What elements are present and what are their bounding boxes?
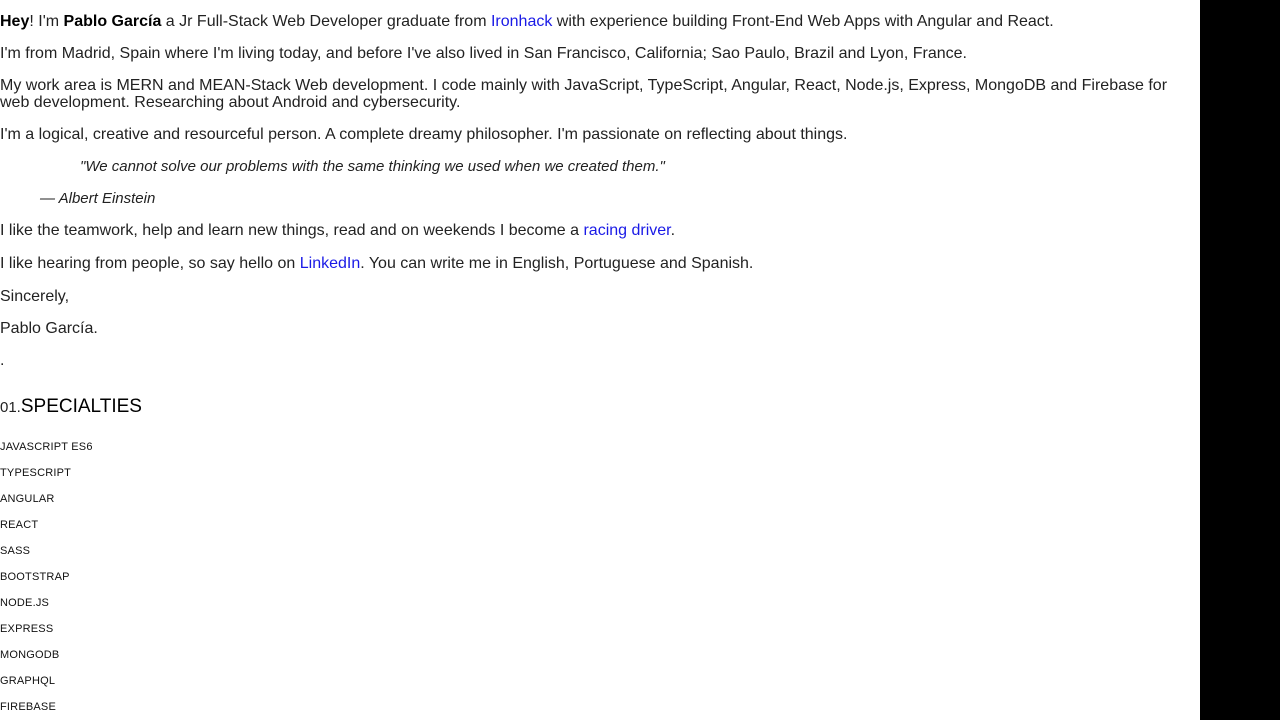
signoff-name: Pablo García. [0,320,98,337]
list-item: MONGODB [0,649,60,661]
intro-after-greeting: ! I'm [29,13,64,30]
contact-paragraph: I like hearing from people, so say hello… [0,255,1200,272]
intro-after-school: with experience building Front-End Web A… [552,13,1054,30]
hobbies-paragraph: I like the teamwork, help and learn new … [0,222,1200,239]
paragraph-spacer-2 [0,62,1200,77]
right-black-band [1200,0,1280,720]
paragraph-spacer-1 [0,30,1200,45]
linkedin-link[interactable]: LinkedIn [300,255,361,272]
quote-attribution: — Albert Einstein [40,190,156,207]
paragraph-spacer-4 [0,239,1200,255]
paragraph-spacer-7 [0,337,1200,352]
personality-paragraph: I'm a logical, creative and resourceful … [0,126,848,143]
quote-spacer-mid [0,175,1200,190]
contact-before-link: I like hearing from people, so say hello… [0,255,300,272]
intro-paragraph: Hey! I'm Pablo García a Jr Full-Stack We… [0,13,1200,30]
specialties-list: JAVASCRIPT ES6 TYPESCRIPT ANGULAR REACT … [0,434,1200,720]
heading-spacer-top [0,369,1200,384]
section-title: SPECIALTIES [20,396,142,417]
paragraph-spacer-6 [0,305,1200,320]
quote-spacer-top [0,143,1200,158]
work-paragraph: My work area is MERN and MEAN-Stack Web … [0,77,1168,111]
skills-spacer-top [0,418,1200,434]
contact-after-link: . You can write me in English, Portugues… [360,255,754,272]
author-name: Pablo García [63,13,162,30]
paragraph-spacer-3 [0,111,1200,126]
ironhack-link[interactable]: Ironhack [491,13,552,30]
location-paragraph: I'm from Madrid, Spain where I'm living … [0,45,967,62]
list-item: ANGULAR [0,493,55,505]
quote-spacer-bottom [0,207,1200,222]
list-item: SASS [0,545,31,557]
einstein-quote: "We cannot solve our problems with the s… [80,158,665,175]
hobbies-before-link: I like the teamwork, help and learn new … [0,222,584,239]
racing-driver-link[interactable]: racing driver [583,222,670,239]
list-item: EXPRESS [0,623,54,635]
document-body: Hey! I'm Pablo García a Jr Full-Stack We… [0,0,1200,720]
specialties-heading: 01.SPECIALTIES [0,397,1200,418]
top-spacer [0,0,1200,13]
section-number: 01. [0,399,21,416]
list-item: REACT [0,519,39,531]
greeting-text: Hey [0,13,30,30]
hobbies-after-link: . [670,222,676,239]
signoff-closing: Sincerely, [0,288,70,305]
list-item: NODE.JS [0,597,50,609]
paragraph-spacer-5 [0,272,1200,288]
list-item: TYPESCRIPT [0,467,72,479]
intro-after-name: a Jr Full-Stack Web Developer graduate f… [161,13,491,30]
list-item: JAVASCRIPT ES6 [0,441,93,453]
heading-spacer-top-2 [0,384,1200,397]
list-item: BOOTSTRAP [0,571,70,583]
list-item: FIREBASE [0,701,57,713]
list-item: GRAPHQL [0,675,56,687]
trailing-dot: . [0,352,5,369]
